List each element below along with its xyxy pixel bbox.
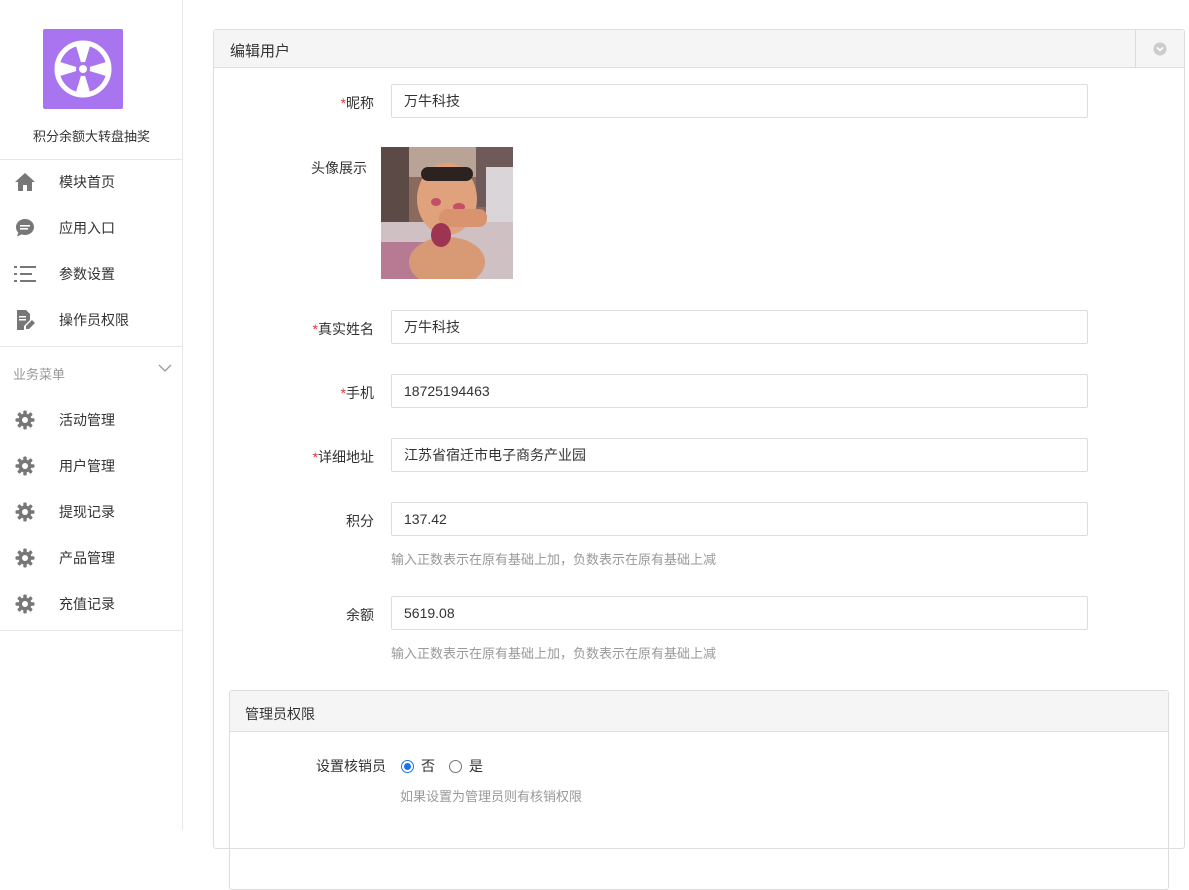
gear-icon — [14, 593, 36, 615]
app-name: 积分余额大转盘抽奖 — [32, 129, 150, 144]
gear-icon — [14, 409, 36, 431]
sidebar-item-label: 充值记录 — [59, 596, 115, 612]
home-icon — [14, 171, 36, 193]
address-label: *详细地址 — [312, 449, 374, 465]
sidebar-item-label: 参数设置 — [59, 266, 115, 282]
list-icon — [14, 263, 36, 285]
panel-title: 编辑用户 — [230, 43, 291, 60]
avatar-label: 头像展示 — [311, 160, 367, 176]
sidebar-item-app-entry[interactable]: 应用入口 — [0, 205, 183, 251]
balance-help-text: 输入正数表示在原有基础上加，负数表示在原有基础上减 — [391, 646, 717, 661]
sidebar-item-label: 产品管理 — [59, 550, 115, 566]
credit-help-text: 输入正数表示在原有基础上加，负数表示在原有基础上减 — [391, 552, 717, 567]
sidebar-item-operator-permissions[interactable]: 操作员权限 — [0, 297, 183, 343]
sidebar-item-label: 操作员权限 — [59, 312, 129, 328]
sidebar-item-recharge-records[interactable]: 充值记录 — [0, 581, 183, 627]
subpanel-title: 管理员权限 — [245, 706, 315, 722]
verifier-help-text: 如果设置为管理员则有核销权限 — [400, 789, 583, 804]
subpanel-header: 管理员权限 — [230, 691, 1168, 732]
chevron-down-icon[interactable] — [157, 360, 173, 376]
sidebar-item-settings[interactable]: 参数设置 — [0, 251, 183, 297]
mobile-input[interactable] — [391, 374, 1088, 408]
verifier-radio-no[interactable] — [401, 759, 414, 773]
edit-user-panel: 编辑用户 *昵称 头像展示 *真实姓名 *手机 *详细 — [213, 29, 1185, 890]
nickname-input[interactable] — [391, 84, 1088, 118]
sidebar-item-product-management[interactable]: 产品管理 — [0, 535, 183, 581]
mobile-label: *手机 — [340, 385, 374, 401]
admin-permissions-panel: 管理员权限 — [229, 690, 1169, 890]
verifier-options: 否 是 — [401, 756, 483, 776]
realname-label: *真实姓名 — [312, 321, 374, 337]
avatar-image — [381, 147, 513, 279]
radio-label: 是 — [469, 758, 483, 774]
wheel-icon — [54, 40, 112, 98]
sidebar-item-label: 应用入口 — [59, 220, 115, 236]
verifier-label: 设置核销员 — [316, 758, 386, 774]
sidebar-item-withdrawal-records[interactable]: 提现记录 — [0, 489, 183, 535]
divider — [0, 346, 183, 347]
sidebar-item-user-management[interactable]: 用户管理 — [0, 443, 183, 489]
credit-label: 积分 — [346, 513, 374, 529]
gear-icon — [14, 501, 36, 523]
gear-icon — [14, 455, 36, 477]
panel-header: 编辑用户 — [214, 30, 1184, 68]
chat-bubble-icon — [14, 217, 36, 239]
gear-icon — [14, 547, 36, 569]
balance-label: 余额 — [346, 607, 374, 623]
chevron-circle-down-icon — [1153, 42, 1167, 56]
sidebar-item-label: 模块首页 — [59, 174, 115, 190]
divider — [0, 630, 183, 631]
credit-input[interactable] — [391, 502, 1088, 536]
nickname-label: *昵称 — [340, 95, 374, 111]
sidebar-item-activity-management[interactable]: 活动管理 — [0, 397, 183, 443]
menu-group-title: 业务菜单 — [13, 367, 66, 382]
balance-input[interactable] — [391, 596, 1088, 630]
sidebar-item-label: 用户管理 — [59, 458, 115, 474]
radio-label: 否 — [421, 758, 435, 774]
address-input[interactable] — [391, 438, 1088, 472]
sidebar: 积分余额大转盘抽奖 模块首页 应用入口 参数设置 操作员权限 业务菜单 活动管理 — [0, 0, 183, 830]
realname-input[interactable] — [391, 310, 1088, 344]
verifier-radio-yes[interactable] — [449, 759, 462, 773]
sidebar-item-home[interactable]: 模块首页 — [0, 159, 183, 205]
document-edit-icon — [14, 309, 36, 331]
app-logo — [43, 29, 123, 109]
sidebar-item-label: 提现记录 — [59, 504, 115, 520]
collapse-button[interactable] — [1135, 30, 1184, 68]
sidebar-item-label: 活动管理 — [59, 412, 115, 428]
